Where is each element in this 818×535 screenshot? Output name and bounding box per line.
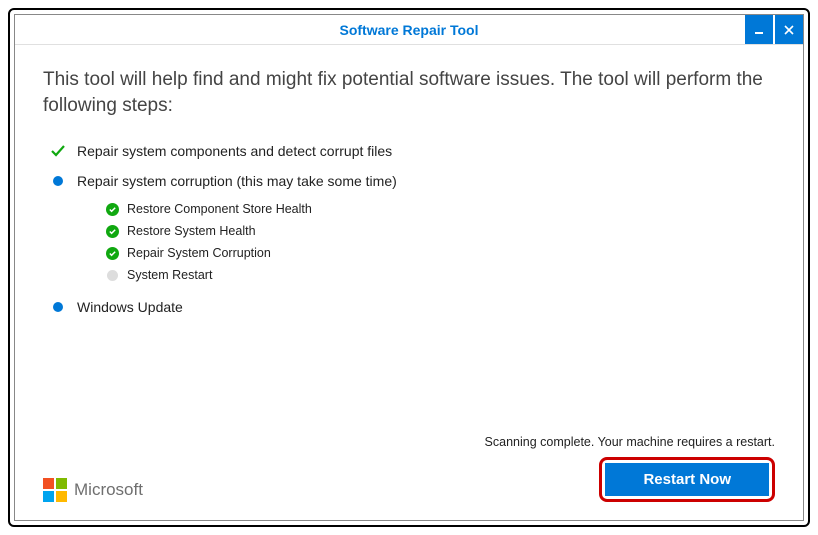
bullet-icon [49,172,67,190]
bullet-icon [49,298,67,316]
checkmark-icon [49,142,67,160]
pending-circle-icon [105,268,119,282]
substeps-list: Restore Component Store Health Restore S… [105,198,775,286]
step-label: Repair system components and detect corr… [77,143,392,159]
step-item: Repair system components and detect corr… [49,136,775,166]
window-controls [743,15,803,44]
brand-text: Microsoft [74,480,143,500]
check-circle-icon [105,246,119,260]
substep-item: Repair System Corruption [105,242,775,264]
substep-label: System Restart [127,268,212,282]
step-item: Windows Update [49,292,775,322]
footer: Microsoft Scanning complete. Your machin… [15,425,803,520]
intro-text: This tool will help find and might fix p… [43,67,775,118]
step-label: Repair system corruption (this may take … [77,173,397,189]
substep-item: Restore Component Store Health [105,198,775,220]
microsoft-logo-icon [43,478,67,502]
content-area: This tool will help find and might fix p… [15,45,803,425]
substep-label: Restore System Health [127,224,256,238]
close-button[interactable] [775,15,803,44]
steps-list: Repair system components and detect corr… [49,136,775,322]
substep-item: System Restart [105,264,775,286]
substep-label: Repair System Corruption [127,246,271,260]
substep-item: Restore System Health [105,220,775,242]
check-circle-icon [105,202,119,216]
close-icon [784,25,794,35]
substep-label: Restore Component Store Health [127,202,312,216]
minimize-icon [754,25,764,35]
microsoft-logo: Microsoft [43,478,143,502]
step-item: Repair system corruption (this may take … [49,166,775,286]
window-title: Software Repair Tool [340,22,479,38]
minimize-button[interactable] [745,15,773,44]
restart-highlight: Restart Now [599,457,775,502]
titlebar: Software Repair Tool [15,15,803,45]
app-window: Software Repair Tool This tool will help… [14,14,804,521]
status-text: Scanning complete. Your machine requires… [485,435,775,449]
step-label: Windows Update [77,299,183,315]
check-circle-icon [105,224,119,238]
restart-now-button[interactable]: Restart Now [605,463,769,496]
